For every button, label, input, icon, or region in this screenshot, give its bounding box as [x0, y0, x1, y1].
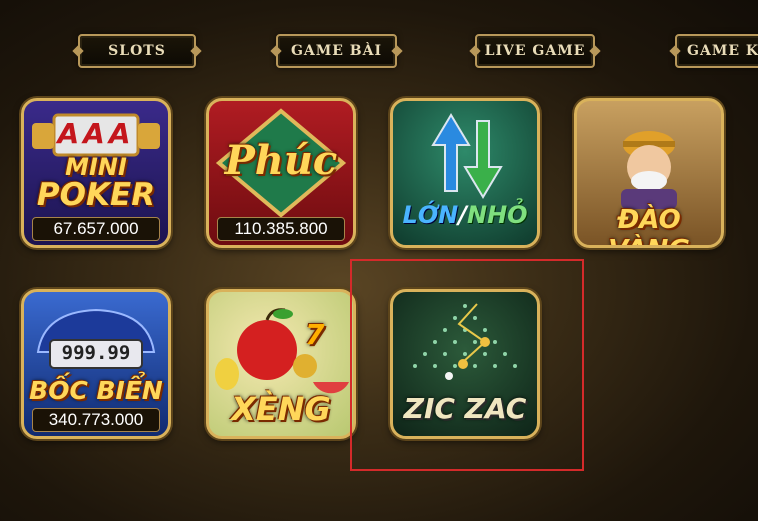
game-card-lon-nho[interactable]: LỚN/NHỎ [390, 98, 540, 248]
phuc-title: Phúc [224, 137, 338, 184]
tab-game-kh[interactable]: GAME KH [675, 34, 758, 68]
game-card-xeng[interactable]: 7 XÈNG [206, 289, 356, 439]
game-card-mini-poker[interactable]: AAA MINI POKER 67.657.000 [21, 98, 171, 248]
miner-icon [621, 131, 677, 209]
selection-highlight [350, 259, 584, 471]
jackpot-amount: 110.385.800 [217, 217, 345, 241]
game-card-dao-vang[interactable]: ĐÀO VÀNG [574, 98, 724, 248]
nho-label: NHỎ [466, 201, 528, 229]
jackpot-amount: 340.773.000 [32, 408, 160, 432]
dao-vang-title: ĐÀO VÀNG [608, 205, 690, 245]
game-card-phuc[interactable]: Phúc 110.385.800 [206, 98, 356, 248]
up-down-arrows-icon [431, 113, 503, 199]
divider: / [458, 201, 467, 229]
game-card-boc-bien[interactable]: 999.99 BỐC BIỂN 340.773.000 [21, 289, 171, 439]
mini-poker-reels: AAA [57, 117, 135, 150]
mini-poker-title-line2: POKER [36, 177, 156, 213]
seven-symbol: 7 [305, 318, 325, 351]
tab-game-bai[interactable]: GAME BÀI [276, 34, 397, 68]
boc-bien-title: BỐC BIỂN [29, 376, 163, 405]
tab-slots[interactable]: SLOTS [78, 34, 196, 68]
license-plate: 999.99 [61, 342, 131, 364]
xeng-title: XÈNG [231, 390, 331, 428]
fruit-icon [215, 308, 349, 394]
lon-label: LỚN [402, 201, 459, 229]
jackpot-amount: 67.657.000 [32, 217, 160, 241]
lon-nho-title: LỚN/NHỎ [393, 201, 537, 229]
tab-live-game[interactable]: LIVE GAME [475, 34, 595, 68]
